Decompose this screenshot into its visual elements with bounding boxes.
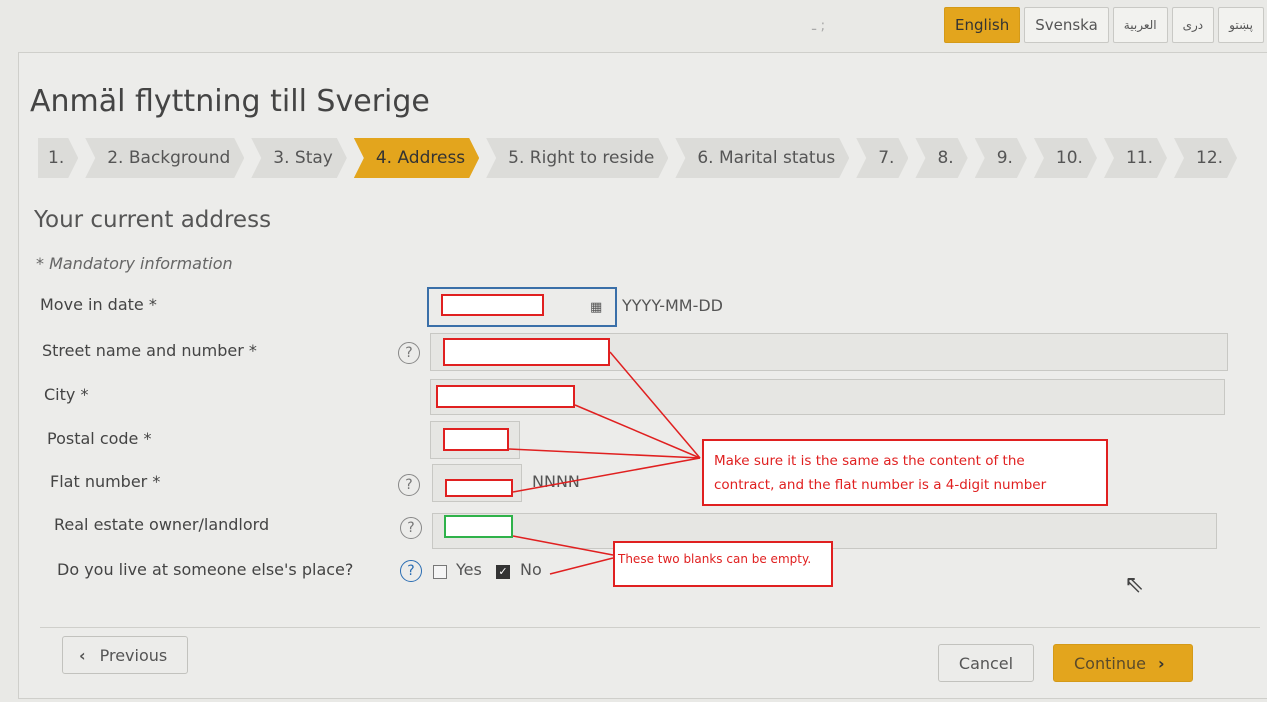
annotation-line-1: Make sure it is the same as the content … bbox=[714, 453, 1025, 469]
annotation-note-optional: These two blanks can be empty. bbox=[613, 541, 833, 587]
annotation-lines bbox=[508, 351, 701, 575]
cancel-button[interactable]: Cancel bbox=[938, 644, 1034, 682]
arrow-line bbox=[512, 457, 701, 493]
annotation-note-contract: Make sure it is the same as the content … bbox=[702, 439, 1108, 506]
arrow-line bbox=[609, 351, 701, 459]
continue-button[interactable]: Continue › bbox=[1053, 644, 1193, 682]
arrow-line bbox=[574, 404, 701, 459]
continue-label: Continue bbox=[1074, 653, 1146, 673]
mouse-cursor-icon: ⇖ bbox=[1124, 570, 1145, 598]
chevron-right-icon: › bbox=[1157, 653, 1165, 673]
previous-label: Previous bbox=[99, 645, 168, 665]
arrow-line bbox=[512, 535, 614, 556]
annotation-line-2: contract, and the flat number is a 4-dig… bbox=[714, 477, 1047, 493]
previous-button[interactable]: ‹ Previous bbox=[62, 636, 188, 674]
arrow-line bbox=[549, 557, 614, 575]
chevron-left-icon: ‹ bbox=[79, 645, 86, 665]
arrow-line bbox=[508, 448, 701, 459]
footer-divider bbox=[40, 627, 1260, 628]
